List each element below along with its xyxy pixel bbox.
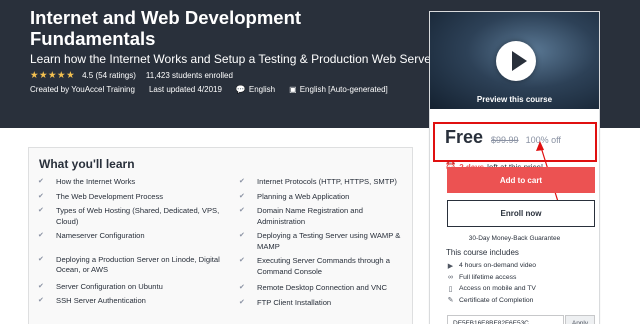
learn-item: ✔ Types of Web Hosting (Shared, Dedicated…	[38, 206, 220, 226]
learn-item: ✔ Deploying a Production Server on Linode…	[38, 254, 220, 275]
coupon-code-input[interactable]: DE5FB16E8BE82F6E53C	[447, 315, 564, 324]
learn-item: ✔ Remote Desktop Connection and VNC	[239, 283, 388, 292]
course-meta-row: Created by YouAccel Training Last update…	[30, 85, 388, 94]
speech-bubble-icon: 💬	[235, 85, 246, 94]
course-captions: English [Auto-generated]	[299, 85, 388, 94]
check-icon: ✔	[38, 232, 44, 239]
price-highlight-annotation	[433, 122, 597, 162]
include-item: ▶ 4 hours on-demand video	[447, 262, 537, 270]
check-icon: ✔	[239, 298, 245, 306]
learn-list-right: ✔ Internet Protocols (HTTP, HTTPS, SMTP) …	[239, 177, 409, 308]
learn-item: ✔ The Web Development Process	[38, 191, 164, 201]
check-icon: ✔	[38, 192, 44, 200]
check-icon: ✔	[239, 284, 245, 291]
created-by[interactable]: Created by YouAccel Training	[30, 85, 135, 94]
star-rating-icon: ★★★★★	[30, 70, 76, 81]
learn-list-left: ✔ How the Internet Works ✔ The Web Develop…	[38, 177, 223, 307]
course-preview-video[interactable]: Preview this course	[430, 12, 599, 109]
check-icon: ✔	[38, 282, 44, 290]
course-language: English	[248, 85, 276, 94]
check-icon: ✔	[239, 232, 245, 239]
course-title: Internet and Web Development Fundamental…	[30, 7, 302, 49]
check-icon: ✔	[239, 207, 245, 214]
check-icon: ✔	[38, 178, 44, 185]
includes-list: ▶ 4 hours on-demand video ∞ Full lifetime …	[446, 260, 537, 306]
what-you-learn-title: What you'll learn	[39, 157, 135, 171]
learn-item: ✔ Server Configuration on Ubuntu	[38, 281, 163, 291]
students-enrolled: 11,423 students enrolled	[145, 71, 233, 80]
what-you-learn-box: What you'll learn ✔ How the Internet Work…	[28, 147, 413, 324]
learn-item: ✔ FTP Client Installation	[239, 297, 332, 307]
include-item: ∞ Full lifetime access	[448, 273, 517, 281]
include-item: ▯ Access on mobile and TV	[446, 283, 536, 295]
include-item: ✎ Certificate of Completion	[447, 296, 534, 305]
mobile-tv-icon: ▯	[448, 285, 453, 293]
video-icon: ▶	[447, 262, 454, 270]
infinity-icon: ∞	[448, 273, 453, 281]
certificate-icon: ✎	[447, 297, 454, 305]
check-icon: ✔	[38, 255, 44, 263]
rating-row: ★★★★★ 4.5 (54 ratings) 11,423 students e…	[30, 70, 233, 81]
rating-value[interactable]: 4.5 (54 ratings)	[82, 71, 136, 80]
check-icon: ✔	[38, 297, 44, 304]
check-icon: ✔	[239, 192, 245, 200]
money-back-guarantee: 30-Day Money-Back Guarantee	[468, 235, 561, 242]
learn-item: ✔ Internet Protocols (HTTP, HTTPS, SMTP)	[239, 177, 397, 186]
learn-item: ✔ SSH Server Authentication	[38, 296, 146, 305]
apply-coupon-button[interactable]: Apply	[565, 315, 595, 324]
check-icon: ✔	[239, 178, 245, 185]
course-subtitle: Learn how the Internet Works and Setup a…	[30, 52, 435, 66]
learn-item: ✔ Domain Name Registration and Administra…	[239, 206, 363, 226]
learn-item: ✔ Deploying a Testing Server using WAMP &…	[239, 231, 401, 251]
learn-item: ✔ How the Internet Works	[38, 177, 136, 186]
enroll-now-button[interactable]: Enroll now	[447, 200, 595, 227]
learn-item: ✔ Executing Server Commands through a Com…	[239, 256, 390, 276]
check-icon: ✔	[239, 257, 245, 264]
play-icon[interactable]	[512, 51, 527, 71]
captions-icon: ▣	[289, 85, 297, 94]
add-to-cart-button[interactable]: Add to cart	[447, 167, 595, 193]
check-icon: ✔	[38, 207, 44, 214]
learn-item: ✔ Planning a Web Application	[239, 191, 350, 201]
includes-title: This course includes	[446, 248, 519, 257]
learn-item: ✔ Nameserver Configuration	[38, 231, 145, 240]
last-updated: Last updated 4/2019	[148, 85, 222, 94]
preview-course-label[interactable]: Preview this course	[430, 95, 599, 104]
